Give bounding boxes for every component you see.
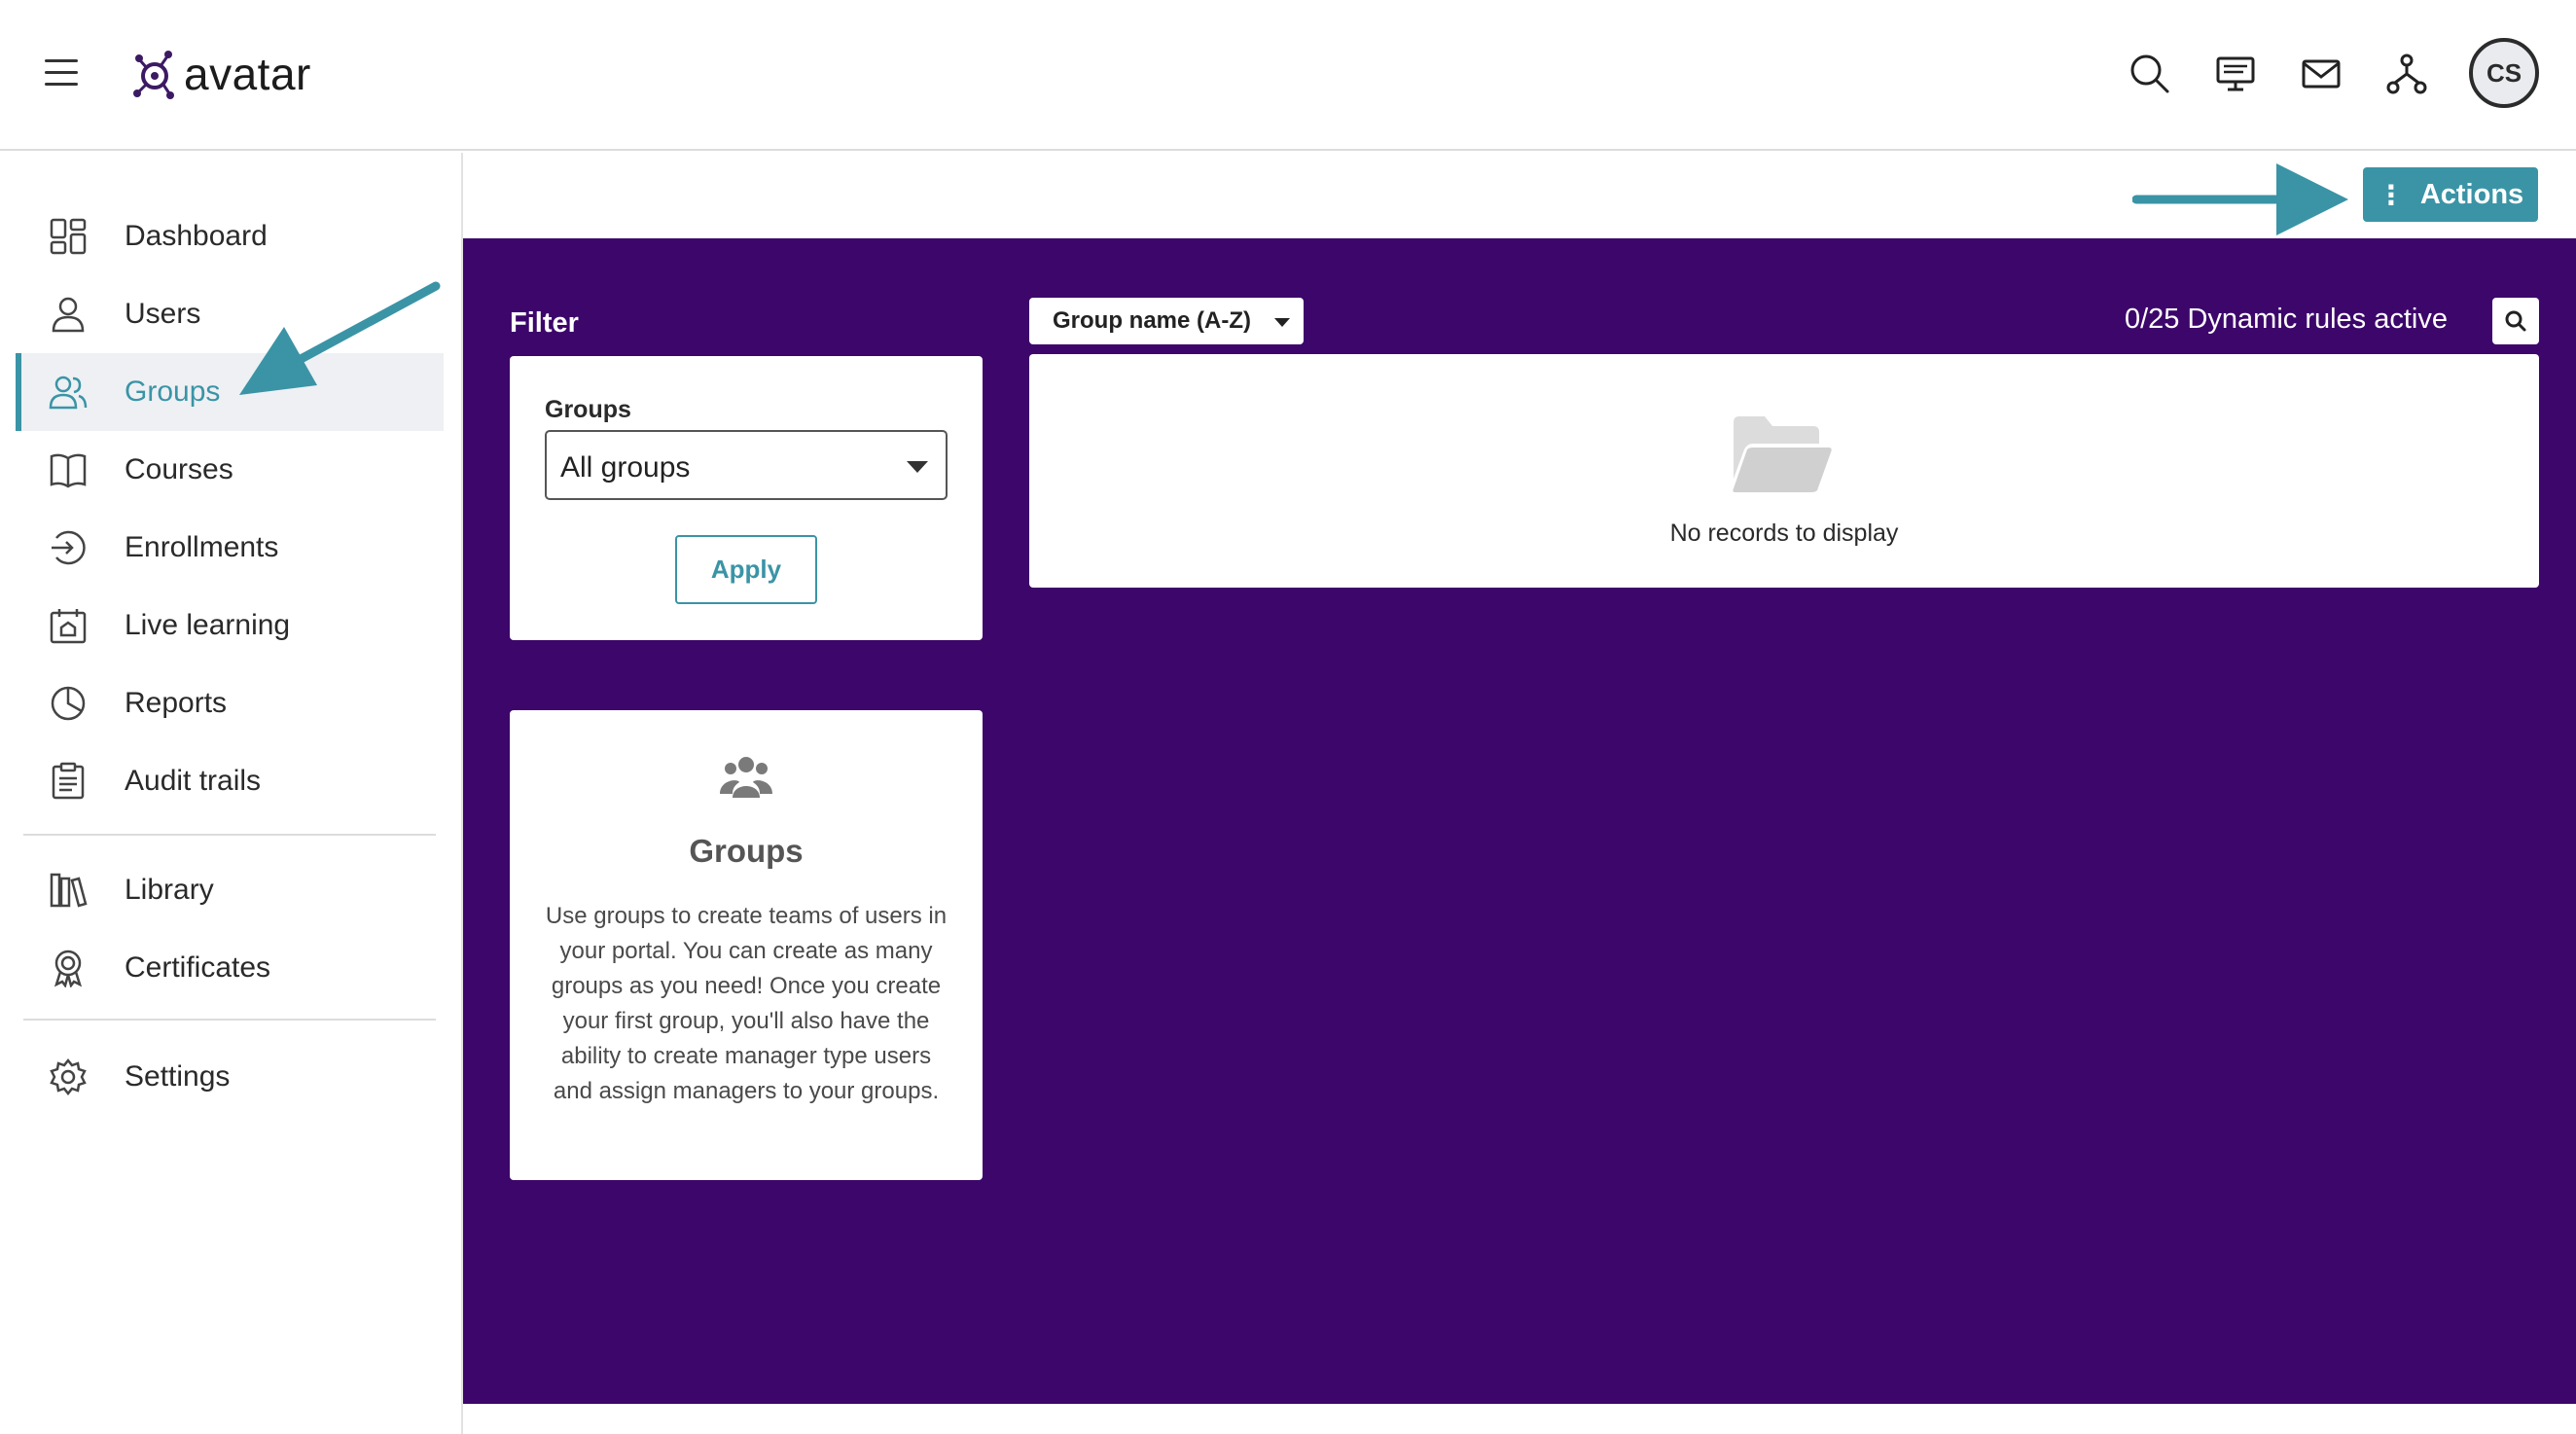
apply-button[interactable]: Apply xyxy=(675,535,817,604)
logo-text: avatar xyxy=(184,49,311,99)
sort-label: Group name (A-Z) xyxy=(1053,307,1251,334)
clipboard-icon xyxy=(52,762,85,800)
filter-title: Filter xyxy=(510,307,579,339)
chevron-down-icon xyxy=(907,461,928,473)
mail-icon[interactable] xyxy=(2300,53,2343,95)
sidebar-item-certificates[interactable]: Certificates xyxy=(16,929,444,1007)
avatar[interactable]: CS xyxy=(2469,38,2539,108)
users-group-icon xyxy=(720,757,772,798)
sidebar-item-courses[interactable]: Courses xyxy=(16,431,444,509)
folder-open-icon xyxy=(1733,416,1832,492)
sidebar-item-dashboard[interactable]: Dashboard xyxy=(16,197,444,275)
calendar-icon xyxy=(50,609,87,644)
records-card xyxy=(1029,354,2539,588)
groups-select[interactable]: All groups xyxy=(545,430,948,500)
sidebar-divider xyxy=(23,834,436,836)
sidebar-item-users[interactable]: Users xyxy=(16,275,444,353)
footer-strip xyxy=(463,1404,2576,1434)
sidebar-item-library[interactable]: Library xyxy=(16,851,444,929)
presentation-icon[interactable] xyxy=(2214,53,2257,95)
pie-chart-icon xyxy=(51,686,86,721)
sort-dropdown[interactable]: Group name (A-Z) xyxy=(1029,298,1304,344)
sidebar-item-label: Live learning xyxy=(125,609,291,641)
sidebar-item-settings[interactable]: Settings xyxy=(16,1038,444,1116)
sidebar-item-label: Certificates xyxy=(125,951,271,984)
info-title: Groups xyxy=(689,833,804,869)
search-icon[interactable] xyxy=(2129,53,2171,95)
sidebar-item-groups[interactable]: Groups xyxy=(16,353,444,431)
network-icon[interactable] xyxy=(2385,53,2428,95)
sidebar-item-label: Settings xyxy=(125,1060,231,1093)
sidebar-item-enrollments[interactable]: Enrollments xyxy=(16,509,444,587)
sidebar-item-label: Groups xyxy=(125,376,221,408)
actions-button[interactable]: ⋮ Actions xyxy=(2363,167,2538,222)
search-icon xyxy=(2505,310,2526,332)
sidebar-divider xyxy=(23,1019,436,1021)
sidebar-item-audit-trails[interactable]: Audit trails xyxy=(16,742,444,820)
library-icon xyxy=(50,873,88,908)
gear-icon xyxy=(50,1058,87,1096)
sidebar-item-label: Enrollments xyxy=(125,531,279,563)
enroll-icon xyxy=(52,530,86,565)
groups-filter-label: Groups xyxy=(545,396,631,423)
groups-select-value: All groups xyxy=(560,451,691,484)
hamburger-menu-icon[interactable] xyxy=(45,55,78,89)
groups-icon xyxy=(49,376,88,410)
user-icon xyxy=(52,297,85,333)
top-bar: avatar CS xyxy=(0,0,2576,151)
logo-mark-icon xyxy=(133,51,174,99)
rules-status: 0/25 Dynamic rules active xyxy=(2124,304,2448,335)
actions-label: Actions xyxy=(2419,178,2524,210)
list-search-button[interactable] xyxy=(2492,298,2539,344)
sidebar-item-live-learning[interactable]: Live learning xyxy=(16,587,444,664)
sidebar-item-label: Dashboard xyxy=(125,220,268,252)
caret-down-icon xyxy=(1274,318,1290,327)
dashboard-icon xyxy=(50,218,87,255)
sidebar-item-label: Reports xyxy=(125,687,228,719)
sidebar-item-label: Library xyxy=(125,874,214,906)
sidebar-item-reports[interactable]: Reports xyxy=(16,664,444,742)
book-icon xyxy=(50,453,87,488)
sidebar-item-label: Audit trails xyxy=(125,765,262,797)
kebab-icon: ⋮ xyxy=(2377,179,2405,210)
empty-records-text: No records to display xyxy=(1669,520,1899,547)
certificate-icon xyxy=(54,950,83,987)
action-bar xyxy=(465,153,2576,238)
sidebar: Dashboard Users Groups Courses Enrollments Li… xyxy=(0,153,463,1434)
logo[interactable]: avatar xyxy=(131,45,311,103)
sidebar-item-label: Courses xyxy=(125,453,233,485)
info-description: Use groups to create teams of users in y… xyxy=(545,903,948,1104)
sidebar-item-label: Users xyxy=(125,298,201,330)
